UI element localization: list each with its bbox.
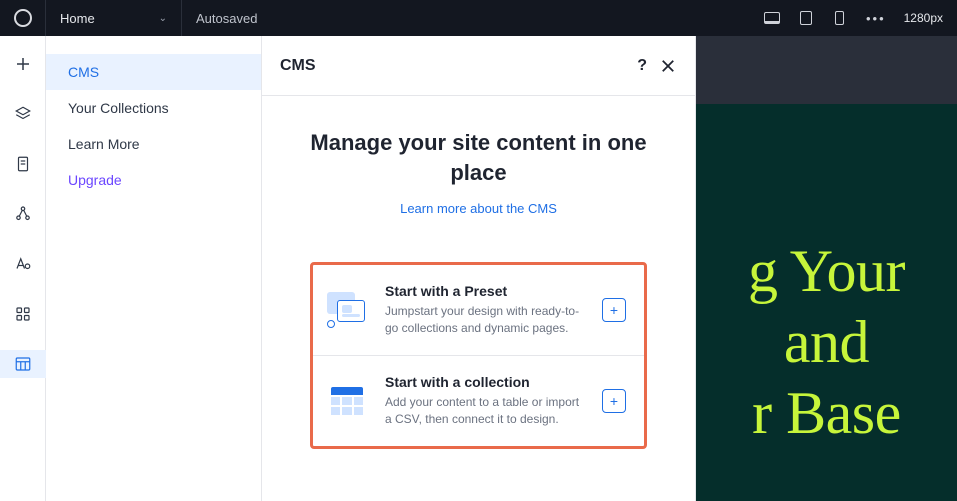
page-selector[interactable]: Home ⌄ <box>46 0 182 36</box>
close-icon[interactable] <box>659 57 677 75</box>
preview-card: g Your and r Base <box>696 104 957 501</box>
sidepanel-item-learn-more[interactable]: Learn More <box>46 126 261 162</box>
start-with-preset-option[interactable]: Start with a Preset Jumpstart your desig… <box>313 265 644 355</box>
cms-sidepanel: CMS Your Collections Learn More Upgrade <box>46 36 262 501</box>
add-collection-button[interactable]: + <box>602 389 626 413</box>
cms-learn-more-link[interactable]: Learn more about the CMS <box>310 201 647 216</box>
sidepanel-item-label: Upgrade <box>68 172 122 188</box>
sidepanel-item-label: Learn More <box>68 136 140 152</box>
typography-tool[interactable] <box>0 250 46 278</box>
topbar: Home ⌄ Autosaved ••• 1280px <box>0 0 957 36</box>
page-selector-label: Home <box>60 11 95 26</box>
option-title: Start with a collection <box>385 374 586 390</box>
cms-panel-title: CMS <box>280 57 637 75</box>
option-desc: Jumpstart your design with ready-to-go c… <box>385 303 586 337</box>
phone-icon[interactable] <box>832 11 848 25</box>
site-structure-tool[interactable] <box>0 200 46 228</box>
cms-tool[interactable] <box>0 350 46 378</box>
pages-tool[interactable] <box>0 150 46 178</box>
autosaved-status: Autosaved <box>182 11 271 26</box>
sidepanel-item-collections[interactable]: Your Collections <box>46 90 261 126</box>
add-preset-button[interactable]: + <box>602 298 626 322</box>
option-desc: Add your content to a table or import a … <box>385 394 586 428</box>
breakpoint-label[interactable]: 1280px <box>904 11 943 25</box>
sidepanel-item-upgrade[interactable]: Upgrade <box>46 162 261 198</box>
desktop-icon[interactable] <box>764 11 780 25</box>
cms-panel: CMS ? Manage your site content in one pl… <box>262 36 696 501</box>
tablet-icon[interactable] <box>798 11 814 25</box>
sidepanel-item-label: Your Collections <box>68 100 169 116</box>
collection-icon <box>325 379 369 423</box>
layers-tool[interactable] <box>0 100 46 128</box>
left-toolrail <box>0 36 46 501</box>
more-menu-icon[interactable]: ••• <box>866 11 886 26</box>
chevron-down-icon: ⌄ <box>159 13 167 24</box>
device-switcher: ••• 1280px <box>764 11 957 26</box>
start-with-collection-option[interactable]: Start with a collection Add your content… <box>313 355 644 446</box>
preview-hero-text: g Your and r Base <box>748 236 905 448</box>
design-canvas[interactable]: g Your and r Base <box>696 36 957 501</box>
preset-icon <box>325 288 369 332</box>
cms-start-options-highlight: Start with a Preset Jumpstart your desig… <box>310 262 647 448</box>
logo-circle-icon <box>14 9 32 27</box>
app-logo[interactable] <box>0 0 46 36</box>
add-element-tool[interactable] <box>0 50 46 78</box>
sidepanel-item-cms[interactable]: CMS <box>46 54 261 90</box>
option-title: Start with a Preset <box>385 283 586 299</box>
sidepanel-item-label: CMS <box>68 64 99 80</box>
apps-tool[interactable] <box>0 300 46 328</box>
cms-heading: Manage your site content in one place <box>310 128 647 187</box>
cms-panel-header: CMS ? <box>262 36 695 96</box>
help-icon[interactable]: ? <box>637 57 647 75</box>
